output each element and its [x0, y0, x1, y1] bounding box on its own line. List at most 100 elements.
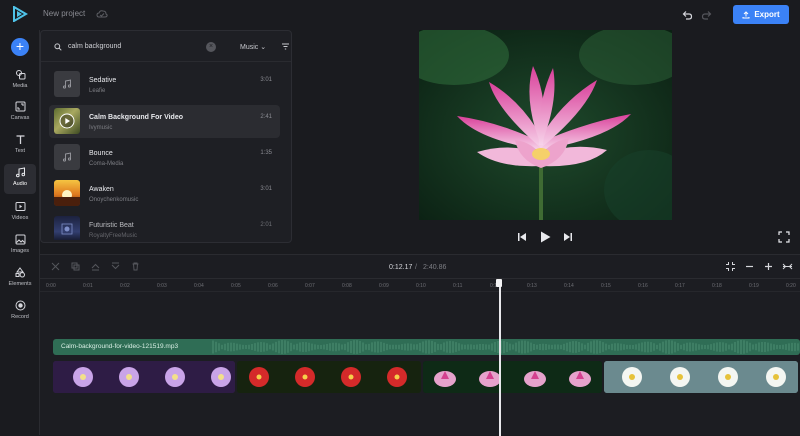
track-artist: Onoychenkomusic: [89, 197, 139, 203]
ruler-tick: 0:02: [120, 283, 130, 289]
sidebar-item-label: Videos: [11, 215, 29, 221]
zoom-in-icon[interactable]: [763, 261, 774, 272]
track-title: Sedative: [89, 77, 117, 84]
track-artist: Leafie: [89, 88, 106, 94]
image-icon: [15, 234, 25, 245]
playhead-handle[interactable]: [496, 279, 502, 287]
time-separator: /: [415, 264, 417, 271]
ruler-tick: 0:13: [527, 283, 537, 289]
ruler-tick: 0:15: [601, 283, 611, 289]
track-artist: Coma-Media: [89, 161, 124, 167]
video-clip-white-daisies[interactable]: [604, 361, 798, 393]
clear-search-icon[interactable]: ×: [206, 42, 216, 52]
sidebar-item-text[interactable]: Text: [4, 131, 36, 161]
audio-clip[interactable]: Calm-background-for-video-121519.mp3: [53, 339, 800, 355]
sidebar-item-label: Images: [10, 248, 30, 254]
sidebar-item-audio[interactable]: Audio: [4, 164, 36, 194]
ruler-tick: 0:10: [416, 283, 426, 289]
video-clip-lotus[interactable]: [423, 361, 602, 393]
sidebar-item-record[interactable]: Record: [4, 297, 36, 327]
ruler-tick: 0:16: [638, 283, 648, 289]
playhead[interactable]: [499, 279, 501, 436]
track-duration: 3:01: [260, 77, 272, 83]
search-bar: calm background × Music ⌄: [52, 39, 289, 55]
text-icon: [16, 135, 24, 144]
list-item[interactable]: Futuristic Beat RoyaltyFreeMusic 2:01: [49, 213, 280, 240]
fullscreen-icon[interactable]: [778, 231, 790, 243]
record-icon: [15, 300, 25, 311]
sidebar-item-label: Canvas: [10, 115, 30, 121]
track-thumbnail: [54, 144, 80, 170]
redo-icon[interactable]: [701, 9, 713, 21]
ruler-tick: 0:06: [268, 283, 278, 289]
play-icon[interactable]: [540, 231, 551, 243]
total-time: 2:40.86: [423, 264, 447, 271]
ruler-tick: 0:05: [231, 283, 241, 289]
play-icon[interactable]: [59, 113, 75, 129]
track-title: Calm Background For Video: [89, 114, 183, 121]
search-icon: [54, 43, 62, 51]
search-input[interactable]: calm background: [68, 43, 121, 50]
sidebar-item-elements[interactable]: Elements: [4, 264, 36, 294]
list-item[interactable]: Awaken Onoychenkomusic 3:01: [49, 177, 280, 210]
sidebar-item-media[interactable]: Media: [4, 66, 36, 96]
skip-forward-icon[interactable]: [563, 232, 573, 242]
track-thumbnail: [54, 180, 80, 206]
timeline-toolbar: [51, 262, 140, 271]
track-thumbnail: [54, 108, 80, 134]
white-daisy-frames: [604, 361, 798, 393]
fit-to-screen-icon[interactable]: [725, 261, 736, 272]
track-title: Futuristic Beat: [89, 222, 134, 229]
track-title: Bounce: [89, 150, 113, 157]
track-artist: RoyaltyFreeMusic: [89, 233, 138, 239]
red-flower-frames: [237, 361, 421, 393]
canvas-icon: [15, 101, 25, 112]
music-note-icon: [62, 79, 72, 89]
skip-back-icon[interactable]: [517, 232, 527, 242]
list-item[interactable]: Bounce Coma-Media 1:35: [49, 141, 280, 174]
lotus-flower-image: [419, 30, 672, 220]
split-icon[interactable]: [51, 262, 60, 271]
sidebar-item-images[interactable]: Images: [4, 231, 36, 261]
delete-icon[interactable]: [131, 262, 140, 271]
playback-controls: [517, 231, 577, 243]
track-duration: 1:35: [260, 150, 272, 156]
move-down-icon[interactable]: [111, 262, 120, 271]
current-time: 0:12.17: [389, 264, 413, 271]
move-up-icon[interactable]: [91, 262, 100, 271]
zoom-controls: [725, 261, 793, 272]
list-item[interactable]: Sedative Leafie 3:01: [49, 68, 280, 101]
video-clip-purple-flowers[interactable]: [53, 361, 235, 393]
expand-icon[interactable]: [782, 261, 793, 272]
ruler-tick: 0:07: [305, 283, 315, 289]
zoom-out-icon[interactable]: [744, 261, 755, 272]
category-dropdown[interactable]: Music ⌄: [240, 43, 266, 51]
ruler-tick: 0:00: [46, 283, 56, 289]
sidebar-item-label: Record: [11, 314, 29, 320]
add-button[interactable]: +: [11, 38, 29, 56]
export-button[interactable]: Export: [733, 5, 789, 24]
ruler-tick: 0:01: [83, 283, 93, 289]
video-preview[interactable]: [419, 30, 672, 220]
track-duration: 2:41: [260, 114, 272, 120]
ruler-tick: 0:08: [342, 283, 352, 289]
ruler-tick: 0:14: [564, 283, 574, 289]
audio-clip-label: Calm-background-for-video-121519.mp3: [61, 343, 179, 350]
app-logo-icon[interactable]: [12, 6, 28, 22]
filter-icon[interactable]: [281, 42, 290, 51]
top-bar: New project Export: [0, 0, 800, 30]
sidebar-item-videos[interactable]: Videos: [4, 198, 36, 228]
list-item[interactable]: Calm Background For Video Ivymusic 2:41: [49, 105, 280, 138]
sidebar-item-label: Elements: [8, 281, 32, 287]
sidebar-item-canvas[interactable]: Canvas: [4, 98, 36, 128]
track-duration: 2:01: [260, 222, 272, 228]
undo-icon[interactable]: [681, 9, 693, 21]
project-title[interactable]: New project: [43, 9, 85, 18]
ruler-tick: 0:19: [749, 283, 759, 289]
duplicate-icon[interactable]: [71, 262, 80, 271]
divider: [41, 61, 291, 62]
upload-icon: [742, 10, 750, 18]
sidebar-item-label: Media: [12, 83, 28, 89]
time-ruler[interactable]: 0:00 0:01 0:02 0:03 0:04 0:05 0:06 0:07 0:08 0:09…: [40, 278, 800, 292]
video-clip-red-flowers[interactable]: [237, 361, 421, 393]
